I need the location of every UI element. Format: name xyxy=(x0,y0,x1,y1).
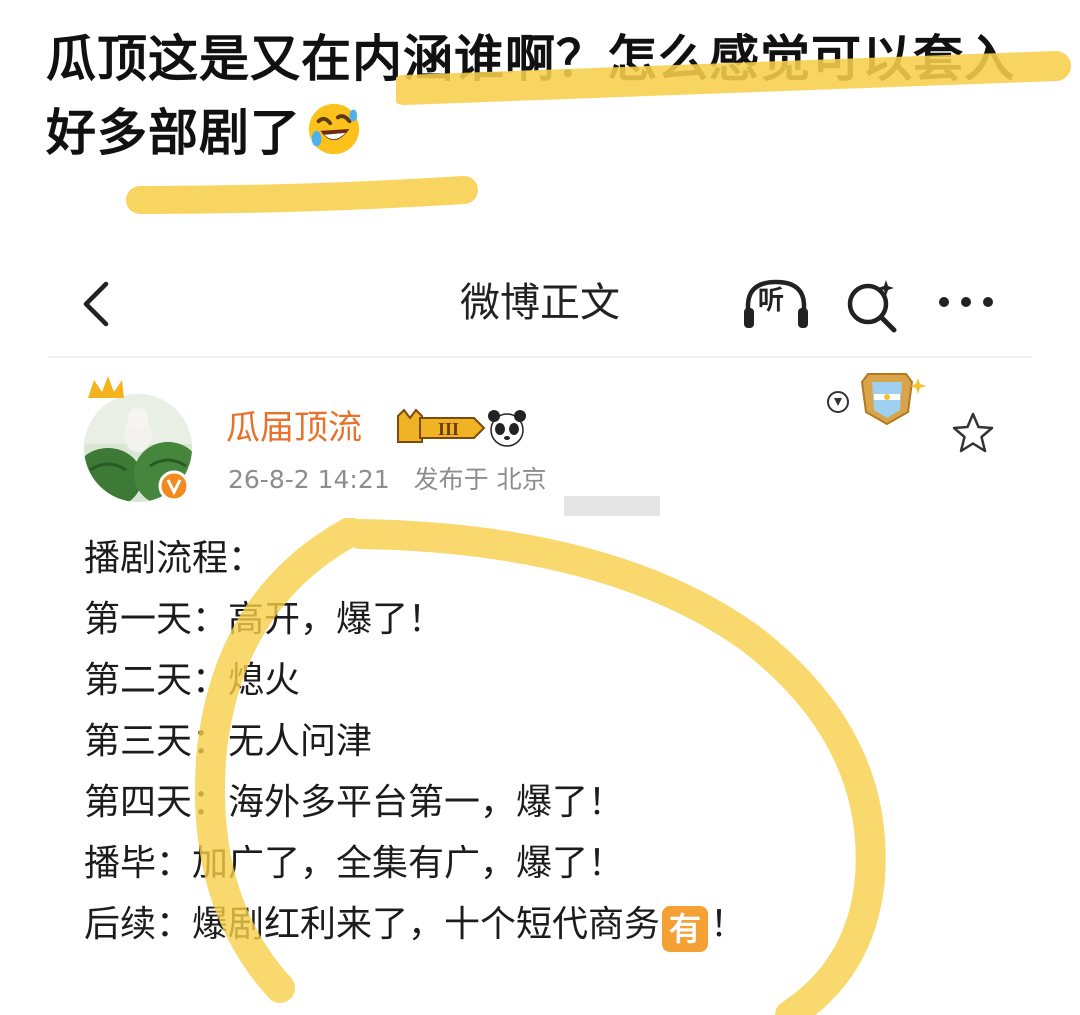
avatar[interactable] xyxy=(80,374,200,504)
post-line: 后续：爆剧红利来了，十个短代商务有！ xyxy=(84,894,984,955)
vip-crown-badge-icon[interactable]: III xyxy=(394,408,486,448)
post-line: 第一天：高开，爆了！ xyxy=(84,599,445,640)
post-line-text: 后续：爆剧红利来了，十个短代商务 xyxy=(84,904,661,945)
post-line-end: ！ xyxy=(710,904,747,945)
search-icon[interactable] xyxy=(842,278,902,334)
page-title: 微博正文 xyxy=(460,280,620,326)
post-line: 第三天：无人问津 xyxy=(84,721,373,762)
back-arrow-icon[interactable] xyxy=(74,276,122,332)
post-line: 播毕：加广了，全集有广，爆了！ xyxy=(84,843,625,884)
favorite-star-icon[interactable] xyxy=(950,410,996,456)
post-line: 第二天：熄火 xyxy=(84,660,301,701)
post-location: 发布于 北京 xyxy=(413,465,547,494)
highlight-underline-bottom xyxy=(126,176,478,214)
post-content: 播剧流程： 第一天：高开，爆了！ 第二天：熄火 第三天：无人问津 第四天：海外多… xyxy=(84,528,984,955)
listen-button[interactable]: 听 xyxy=(740,276,812,332)
post-timestamp: 26-8-2 14:21 xyxy=(228,465,390,494)
fan-badge-icon[interactable] xyxy=(820,368,932,428)
post-line: 第四天：海外多平台第一，爆了！ xyxy=(84,782,625,823)
listen-label: 听 xyxy=(758,286,785,316)
vip-level-label: III xyxy=(438,419,459,439)
caption-body: 瓜顶这是又在内涵谁啊？怎么感觉可以套入好多部剧了 xyxy=(46,30,1015,162)
username[interactable]: 瓜届顶流 xyxy=(226,404,362,452)
you-badge-icon: 有 xyxy=(662,906,709,952)
nav-divider xyxy=(48,356,1032,358)
caption-text: 瓜顶这是又在内涵谁啊？怎么感觉可以套入好多部剧了 xyxy=(46,22,1046,170)
post-line: 播剧流程： xyxy=(84,538,265,579)
more-options-icon[interactable] xyxy=(934,282,998,322)
panda-icon xyxy=(488,410,526,447)
rolling-on-floor-laughing-icon xyxy=(308,103,360,155)
post-meta: 26-8-2 14:21 发布于 北京 xyxy=(228,462,547,498)
blurred-text-overlay xyxy=(560,488,664,524)
